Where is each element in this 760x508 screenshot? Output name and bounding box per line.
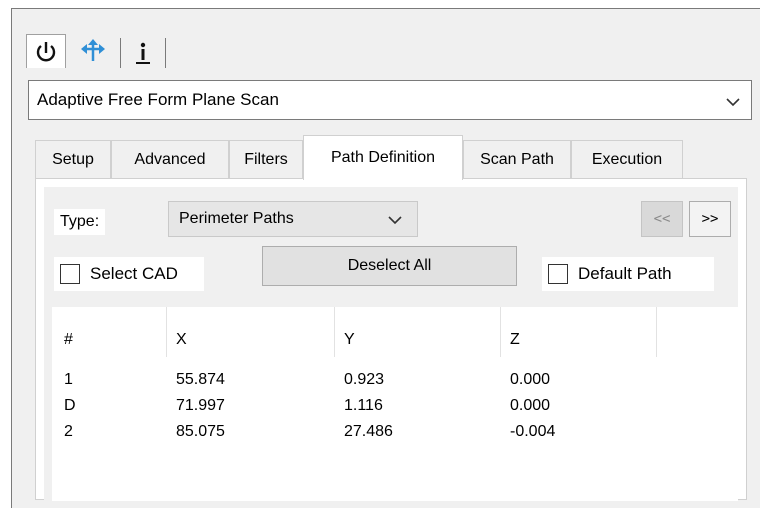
cell-y: 0.923 [344,371,385,388]
tab-path-definition[interactable]: Path Definition [303,135,463,180]
cell-z: -0.004 [510,423,556,440]
chevron-down-icon [387,213,403,231]
column-divider [166,307,167,357]
column-divider [656,307,657,357]
path-points-table[interactable]: # X Y Z 1 55.874 0.923 0.000 D 71.997 1.… [52,307,738,501]
path-definition-content: Type: Perimeter Paths << >> Select CAD D… [44,187,738,501]
tab-label: Setup [52,151,94,168]
cell-y: 27.486 [344,423,393,440]
tab-label: Scan Path [480,151,554,168]
power-tab[interactable] [26,34,66,68]
column-header-y: Y [344,331,355,348]
default-path-checkbox[interactable]: Default Path [542,257,714,291]
chevron-down-icon [725,93,741,113]
deselect-all-button[interactable]: Deselect All [262,246,517,286]
column-header-index: # [64,331,73,348]
column-divider [334,307,335,357]
column-header-z: Z [510,331,520,348]
select-cad-label: Select CAD [90,264,178,283]
cell-index: D [64,397,76,414]
column-divider [500,307,501,357]
table-row[interactable]: 2 85.075 27.486 -0.004 [52,423,738,449]
tab-label: Advanced [134,151,206,168]
default-path-label: Default Path [578,264,672,283]
table-row[interactable]: D 71.997 1.116 0.000 [52,397,738,423]
column-header-x: X [176,331,187,348]
cell-z: 0.000 [510,397,551,414]
type-label: Type: [54,209,106,235]
cell-y: 1.116 [344,397,383,414]
tab-scan-path[interactable]: Scan Path [463,140,571,179]
mode-select-value: Adaptive Free Form Plane Scan [37,90,279,109]
info-tab[interactable] [120,38,166,68]
next-button[interactable]: >> [689,201,731,237]
select-cad-checkbox[interactable]: Select CAD [54,257,204,291]
checkbox-box[interactable] [60,264,80,284]
tab-filters[interactable]: Filters [229,140,303,179]
checkbox-box[interactable] [548,264,568,284]
previous-button[interactable]: << [641,201,683,237]
cell-x: 85.075 [176,423,225,440]
table-row[interactable]: 1 55.874 0.923 0.000 [52,371,738,397]
tab-setup[interactable]: Setup [35,140,111,179]
tab-advanced[interactable]: Advanced [111,140,229,179]
tab-label: Filters [244,151,288,168]
tab-label: Execution [591,151,663,168]
deselect-all-label: Deselect All [347,257,432,274]
cell-z: 0.000 [510,371,551,388]
cell-x: 71.997 [176,397,225,414]
tab-execution[interactable]: Execution [571,140,683,179]
move-tab[interactable] [73,34,113,68]
next-button-label: >> [701,211,719,227]
cell-index: 1 [64,371,73,388]
type-select-value: Perimeter Paths [179,210,294,227]
move-icon [80,38,106,64]
tab-label: Path Definition [330,149,436,166]
path-definition-panel: Type: Perimeter Paths << >> Select CAD D… [35,178,747,501]
type-select[interactable]: Perimeter Paths [168,201,418,237]
mode-select[interactable]: Adaptive Free Form Plane Scan [28,80,752,120]
cell-x: 55.874 [176,371,225,388]
cell-index: 2 [64,423,73,440]
info-icon [134,41,152,65]
previous-button-label: << [653,211,671,227]
power-icon [35,40,57,64]
